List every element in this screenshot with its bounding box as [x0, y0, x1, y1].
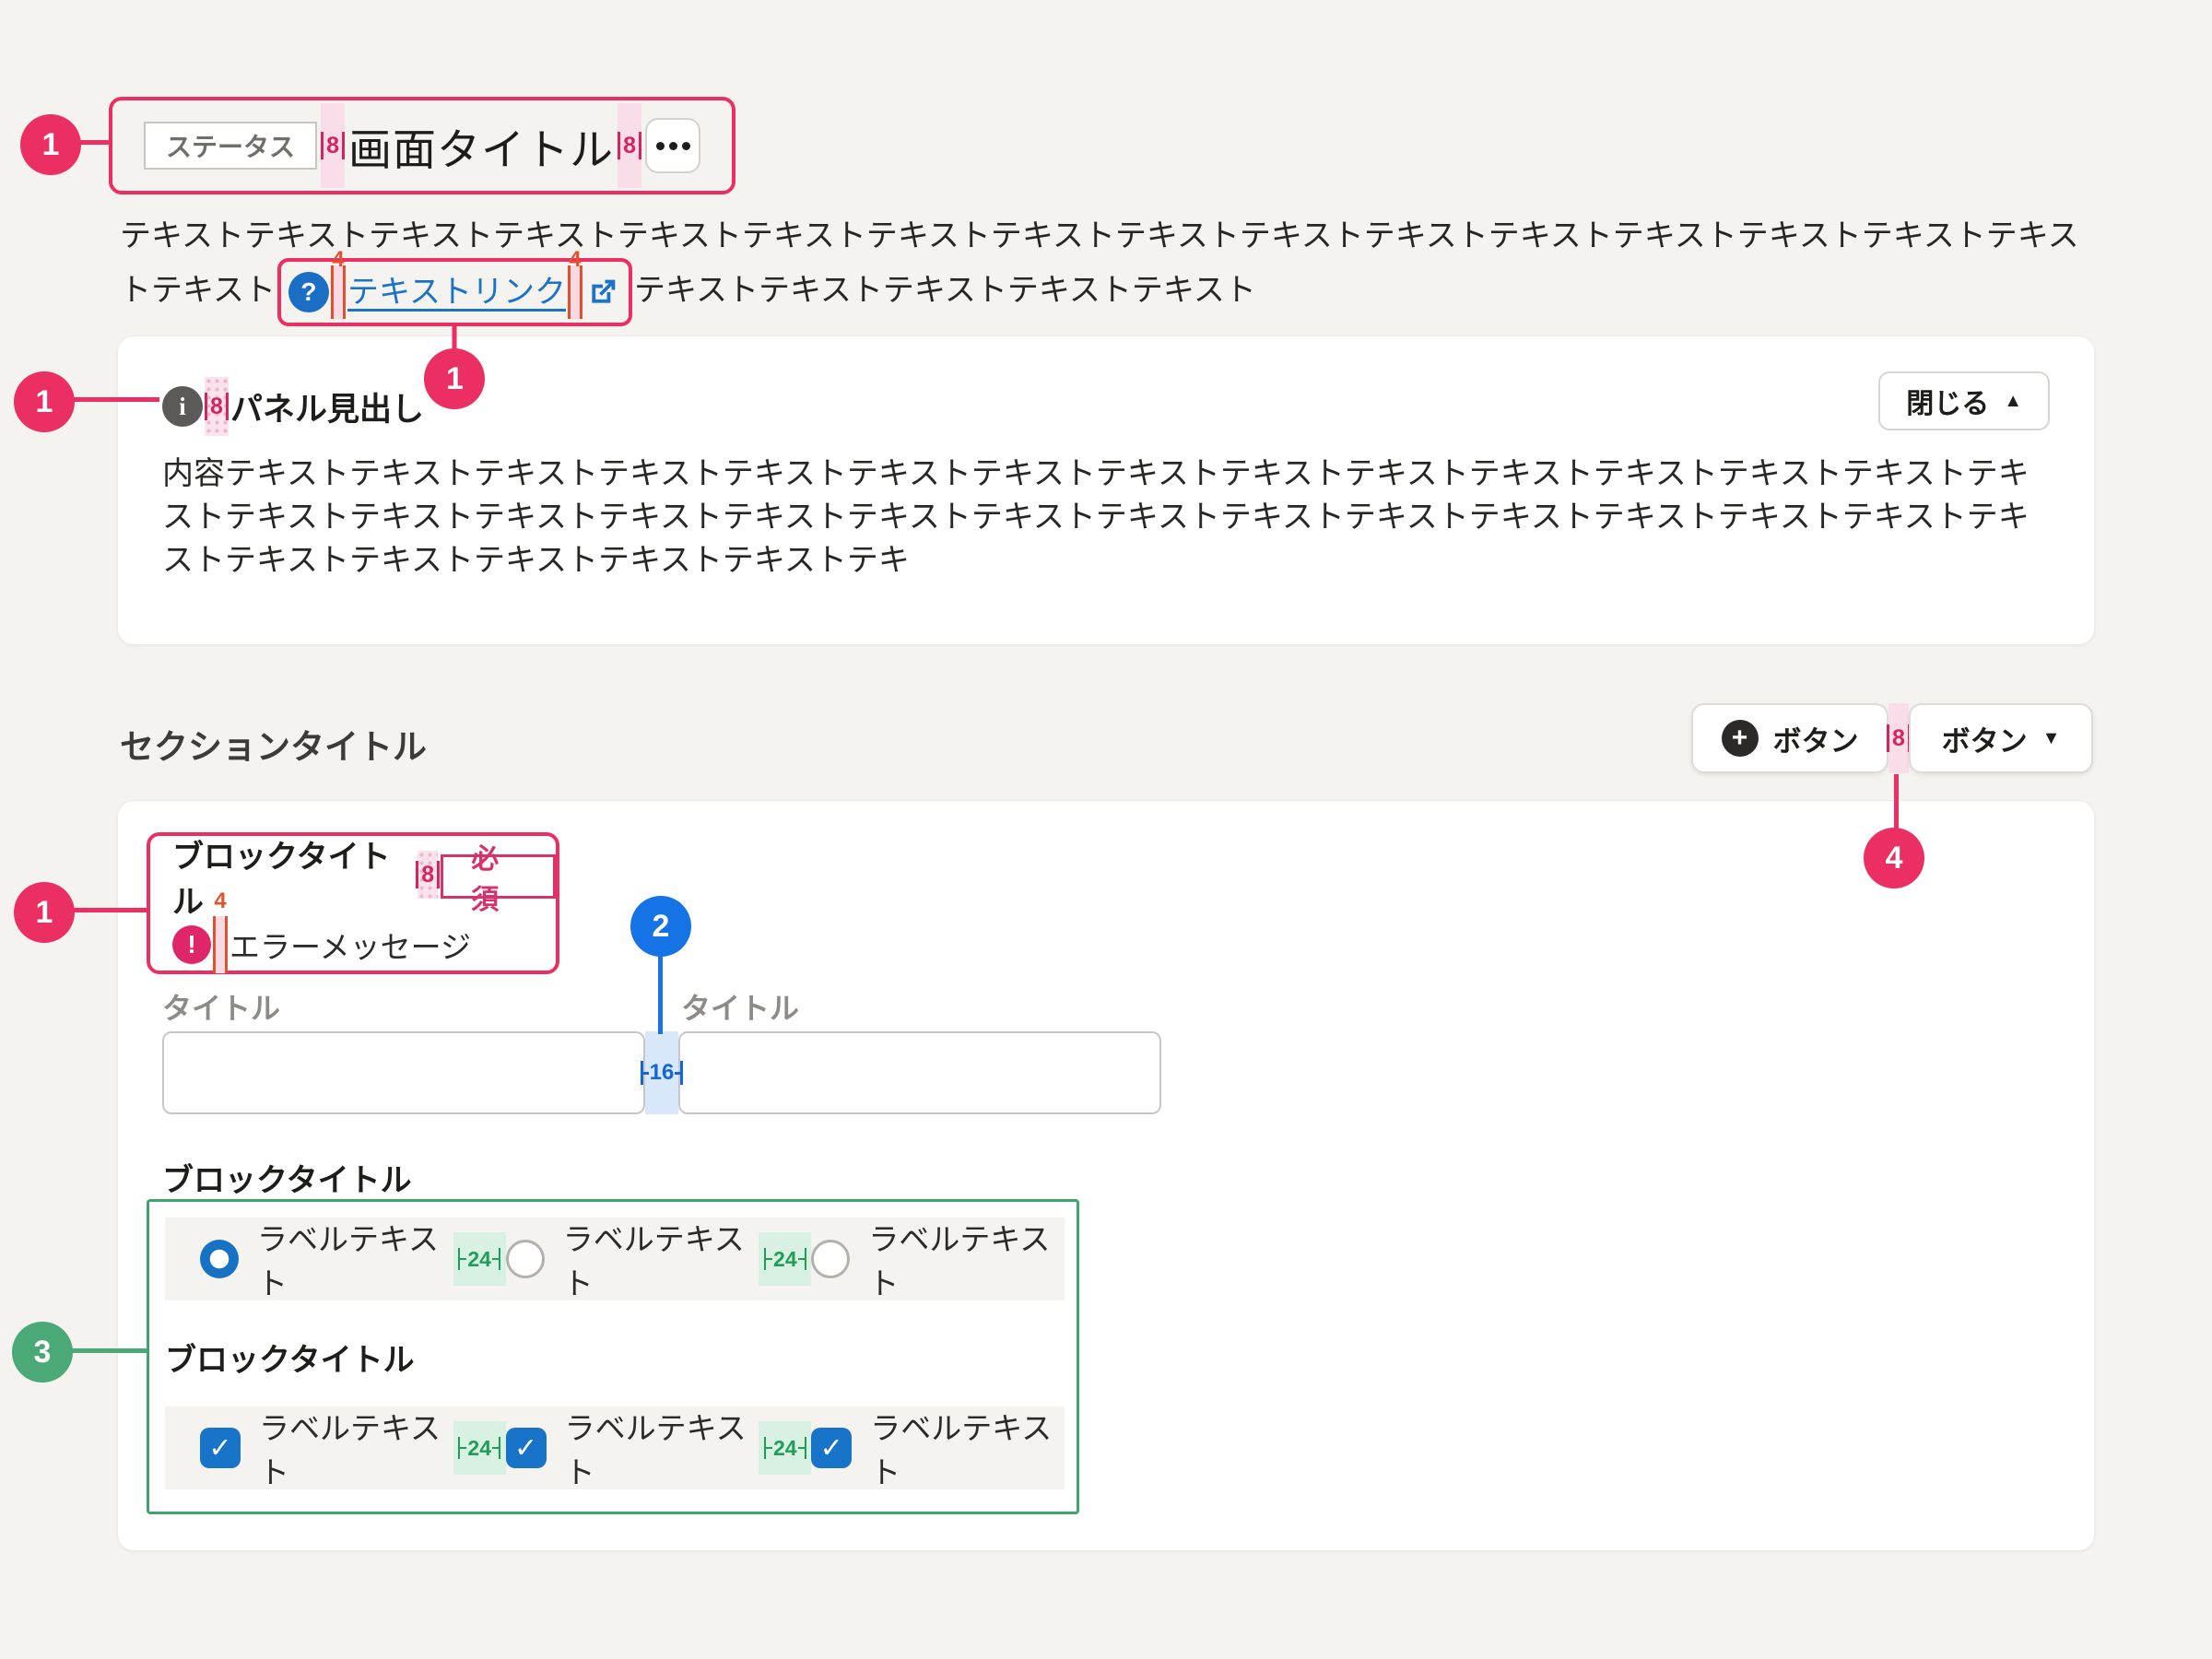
spacing-4-marker: 4: [331, 265, 346, 319]
annotation-connector: [453, 323, 457, 350]
annotation-connector: [71, 1348, 147, 1353]
chevron-down-icon: ▼: [2042, 728, 2061, 749]
design-spec-page: { "spacing": { "s4": "4", "s8": "8", "s1…: [0, 0, 2212, 1659]
annotation-connector: [73, 908, 147, 912]
spacing-24-marker: 24: [453, 1232, 506, 1286]
annotation-badge-1: 1: [14, 882, 75, 943]
status-badge: ステータス: [144, 122, 317, 170]
radio-option[interactable]: ラベルテキスト: [506, 1215, 759, 1303]
radio-group: ラベルテキスト 24 ラベルテキスト 24 ラベルテキスト: [165, 1218, 1065, 1300]
annotation-badge-2: 2: [630, 896, 691, 957]
radio-selected-icon[interactable]: [200, 1240, 239, 1278]
text-link[interactable]: テキストリンク: [347, 270, 566, 314]
checkbox-option[interactable]: ✓ ラベルテキスト: [811, 1404, 1065, 1492]
radio-option[interactable]: ラベルテキスト: [200, 1215, 453, 1303]
checkbox-group: ✓ ラベルテキスト 24 ✓ ラベルテキスト 24 ✓ ラベルテキスト: [165, 1406, 1065, 1489]
spacing-4-marker: 4: [213, 916, 228, 973]
checkbox-checked-icon[interactable]: ✓: [506, 1428, 547, 1468]
annotation-connector: [79, 140, 111, 145]
menu-button-label: ボタン: [1942, 718, 2028, 759]
ellipsis-icon: [682, 142, 690, 150]
title-input-1[interactable]: [162, 1031, 645, 1114]
radio-label: ラベルテキスト: [563, 1215, 754, 1303]
more-actions-button[interactable]: [645, 118, 700, 173]
annotation-connector: [73, 397, 159, 402]
help-icon: ?: [288, 272, 329, 312]
form-section-card: ブロックタイトル 8 必須 ! 4 エラーメッセージ タイトル タイトル 16 …: [117, 800, 2095, 1551]
block-title: ブロックタイトル: [162, 1155, 412, 1200]
radio-label: ラベルテキスト: [257, 1215, 448, 1303]
spacing-4-marker: 4: [568, 265, 582, 319]
alert-icon: !: [172, 925, 211, 964]
field-label: タイトル: [162, 985, 280, 1028]
block-title: ブロックタイトル: [165, 1335, 415, 1380]
spacing-8-marker: 8: [1888, 703, 1909, 773]
title-input-2[interactable]: [678, 1031, 1161, 1114]
section-title: セクションタイトル: [120, 719, 427, 769]
info-panel: i 8 パネル見出し 閉じる ▲ 内容テキストテキストテキストテキストテキストテ…: [117, 335, 2095, 645]
annotation-badge-4: 4: [1864, 828, 1924, 888]
info-icon: i: [162, 386, 203, 427]
spacing-24-marker: 24: [453, 1421, 506, 1475]
error-message-row: ! 4 エラーメッセージ: [172, 917, 471, 972]
ellipsis-icon: [669, 142, 677, 150]
checkbox-label: ラベルテキスト: [870, 1404, 1059, 1492]
page-title-annotation-box: ステータス 8 画面タイトル 8: [109, 97, 735, 194]
text-link-annotation-box: ? 4 テキストリンク 4 1: [277, 258, 632, 326]
page-title: 画面タイトル: [348, 114, 614, 178]
error-message: エラーメッセージ: [229, 923, 471, 967]
intro-text-after: テキストテキストテキストテキストテキスト: [634, 273, 1256, 308]
spacing-16-marker: 16: [645, 1031, 678, 1114]
annotation-badge-1: 1: [20, 114, 81, 175]
spacing-24-marker: 24: [759, 1421, 811, 1475]
panel-heading: パネル見出し: [230, 383, 424, 430]
panel-body-text: 内容テキストテキストテキストテキストテキストテキストテキストテキストテキストテキ…: [162, 453, 2059, 582]
radio-unselected-icon[interactable]: [811, 1240, 850, 1278]
radio-option[interactable]: ラベルテキスト: [811, 1215, 1065, 1303]
spacing-8-marker: 8: [418, 851, 438, 899]
checkbox-option[interactable]: ✓ ラベルテキスト: [200, 1404, 453, 1492]
annotation-badge-3: 3: [12, 1322, 73, 1382]
checkbox-checked-icon[interactable]: ✓: [811, 1428, 852, 1468]
add-button[interactable]: + ボタン: [1691, 703, 1888, 773]
spacing-8-marker: 8: [618, 103, 641, 188]
external-link-icon: [584, 274, 621, 311]
add-button-label: ボタン: [1773, 718, 1859, 759]
chevron-up-icon: ▲: [2004, 391, 2022, 412]
field-label: タイトル: [681, 985, 799, 1028]
panel-close-button[interactable]: 閉じる ▲: [1878, 371, 2050, 430]
radio-unselected-icon[interactable]: [506, 1240, 545, 1278]
spacing-8-marker: 8: [205, 377, 229, 436]
panel-close-label: 閉じる: [1906, 381, 1989, 421]
required-badge: 必須: [441, 854, 556, 899]
ellipsis-icon: [656, 142, 665, 150]
block-title: ブロックタイトル: [172, 831, 417, 922]
control-groups-annotation-box: ラベルテキスト 24 ラベルテキスト 24 ラベルテキスト ブロックタイトル ✓…: [147, 1199, 1079, 1514]
spacing-24-marker: 24: [759, 1232, 811, 1286]
menu-button[interactable]: ボタン ▼: [1909, 703, 2093, 773]
panel-header: i 8 パネル見出し: [162, 377, 424, 436]
plus-icon: +: [1722, 720, 1759, 757]
checkbox-checked-icon[interactable]: ✓: [200, 1428, 241, 1468]
annotation-badge-1: 1: [424, 348, 485, 409]
checkbox-label: ラベルテキスト: [259, 1404, 448, 1492]
intro-paragraph: テキストテキストテキストテキストテキストテキストテキストテキストテキストテキスト…: [120, 214, 2101, 326]
block-title-annotation-box: ブロックタイトル 8 必須 ! 4 エラーメッセージ: [147, 832, 559, 974]
annotation-connector: [1894, 774, 1899, 830]
spacing-8-marker: 8: [321, 103, 345, 188]
checkbox-option[interactable]: ✓ ラベルテキスト: [506, 1404, 759, 1492]
radio-label: ラベルテキスト: [868, 1215, 1059, 1303]
checkbox-label: ラベルテキスト: [565, 1404, 754, 1492]
annotation-connector: [658, 955, 663, 1034]
annotation-badge-1: 1: [14, 371, 75, 432]
